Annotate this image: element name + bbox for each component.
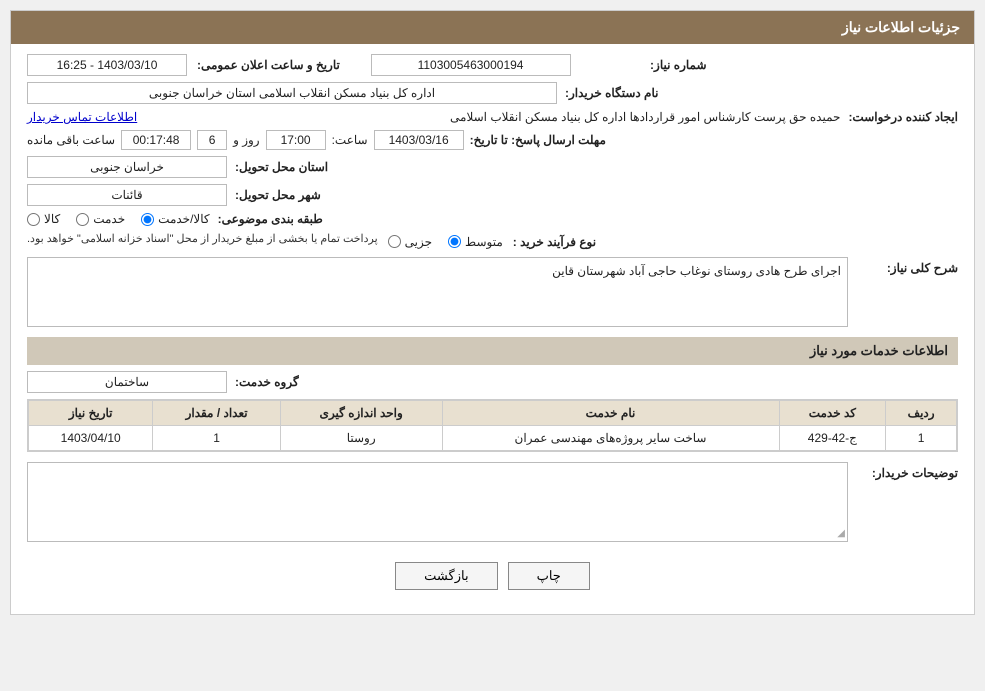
cell-service-name: ساخت سایر پروژه‌های مهندسی عمران [442,426,779,451]
creator-label: ایجاد کننده درخواست: [848,110,958,124]
city-label: شهر محل تحویل: [235,188,321,202]
cell-date: 1403/04/10 [29,426,153,451]
buyer-notes-row: توضیحات خریدار: ◢ [27,462,958,542]
purchase-type-medium: متوسط [448,235,503,249]
category-option-2-label: خدمت [93,212,125,226]
purchase-type-label: نوع فرآیند خرید : [513,235,596,249]
announce-label: تاریخ و ساعت اعلان عمومی: [197,58,344,72]
city-value: قائنات [27,184,227,206]
service-table-wrapper: ردیف کد خدمت نام خدمت واحد اندازه گیری ت… [27,399,958,452]
table-row: 1 ج-42-429 ساخت سایر پروژه‌های مهندسی عم… [29,426,957,451]
cell-unit: روستا [280,426,442,451]
category-option-1: کالا/خدمت [141,212,209,226]
buyer-notes-content: ◢ [27,462,848,542]
cell-service-code: ج-42-429 [779,426,886,451]
province-value: خراسان جنوبی [27,156,227,178]
panel-header: جزئیات اطلاعات نیاز [11,11,974,44]
category-option-3-label: کالا [44,212,60,226]
page-wrapper: جزئیات اطلاعات نیاز شماره نیاز: 11030054… [0,0,985,691]
purchase-radio-partial[interactable] [388,235,401,248]
buyer-org-row: نام دستگاه خریدار: اداره کل بنیاد مسکن ا… [27,82,958,104]
creator-row: ایجاد کننده درخواست: حمیده حق پرست کارشن… [27,110,958,124]
col-header-row-num: ردیف [886,401,957,426]
province-label: استان محل تحویل: [235,160,328,174]
buyer-notes-box: ◢ [27,462,848,542]
need-description-content: اجرای طرح هادی روستای نوغاب حاجی آباد شه… [27,257,848,327]
category-radio-kala[interactable] [27,213,40,226]
category-row: طبقه بندی موضوعی: کالا/خدمت خدمت کالا [27,212,958,226]
deadline-days: 6 [197,130,227,150]
buyer-org-value: اداره کل بنیاد مسکن انقلاب اسلامی استان … [27,82,557,104]
purchase-type-row: نوع فرآیند خرید : متوسط جزیی پرداخت تمام… [27,232,958,251]
service-group-row: گروه خدمت: ساختمان [27,371,958,393]
need-description-box: اجرای طرح هادی روستای نوغاب حاجی آباد شه… [27,257,848,327]
service-info-header: اطلاعات خدمات مورد نیاز [27,337,958,365]
purchase-radio-medium[interactable] [448,235,461,248]
buyer-org-label: نام دستگاه خریدار: [565,86,659,100]
deadline-time-label: ساعت: [332,133,368,147]
deadline-remaining-label: ساعت باقی مانده [27,133,115,147]
service-table: ردیف کد خدمت نام خدمت واحد اندازه گیری ت… [28,400,957,451]
category-option-1-label: کالا/خدمت [158,212,209,226]
need-description-value: اجرای طرح هادی روستای نوغاب حاجی آباد شه… [552,264,841,278]
col-header-service-code: کد خدمت [779,401,886,426]
need-description-row: شرح کلی نیاز: اجرای طرح هادی روستای نوغا… [27,257,958,327]
purchase-type-radio-group: متوسط جزیی [388,235,503,249]
print-button[interactable]: چاپ [508,562,590,590]
purchase-type-partial-label: جزیی [405,235,432,249]
announce-value: 1403/03/10 - 16:25 [27,54,187,76]
category-radio-group: کالا/خدمت خدمت کالا [27,212,210,226]
deadline-remaining: 00:17:48 [121,130,191,150]
col-header-unit: واحد اندازه گیری [280,401,442,426]
need-description-label: شرح کلی نیاز: [858,257,958,275]
col-header-service-name: نام خدمت [442,401,779,426]
category-label: طبقه بندی موضوعی: [218,212,323,226]
table-header-row: ردیف کد خدمت نام خدمت واحد اندازه گیری ت… [29,401,957,426]
service-group-label: گروه خدمت: [235,375,299,389]
col-header-quantity: تعداد / مقدار [153,401,280,426]
resize-indicator: ◢ [837,528,845,539]
purchase-note: پرداخت تمام یا بخشی از مبلغ خریدار از مح… [27,232,378,245]
deadline-time: 17:00 [266,130,326,150]
buyer-notes-label: توضیحات خریدار: [858,462,958,480]
main-panel: جزئیات اطلاعات نیاز شماره نیاز: 11030054… [10,10,975,615]
deadline-label: مهلت ارسال پاسخ: تا تاریخ: [470,133,606,147]
service-info-title: اطلاعات خدمات مورد نیاز [810,343,948,358]
panel-body: شماره نیاز: 1103005463000194 تاریخ و ساع… [11,44,974,614]
need-number-label: شماره نیاز: [581,58,711,72]
service-group-value: ساختمان [27,371,227,393]
purchase-type-partial: جزیی [388,235,432,249]
city-row: شهر محل تحویل: قائنات [27,184,958,206]
cell-quantity: 1 [153,426,280,451]
category-radio-kala-khedmat[interactable] [141,213,154,226]
top-info-row: شماره نیاز: 1103005463000194 تاریخ و ساع… [27,54,958,76]
province-row: استان محل تحویل: خراسان جنوبی [27,156,958,178]
deadline-date: 1403/03/16 [374,130,464,150]
col-header-date: تاریخ نیاز [29,401,153,426]
category-option-2: خدمت [76,212,125,226]
cell-row-num: 1 [886,426,957,451]
back-button[interactable]: بازگشت [395,562,497,590]
contact-link[interactable]: اطلاعات تماس خریدار [27,110,137,124]
button-row: چاپ بازگشت [27,552,958,604]
purchase-type-medium-label: متوسط [465,235,503,249]
deadline-days-label: روز و [233,133,260,147]
category-radio-khedmat[interactable] [76,213,89,226]
panel-title: جزئیات اطلاعات نیاز [842,19,960,35]
category-option-3: کالا [27,212,60,226]
creator-value: حمیده حق پرست کارشناس امور قراردادها ادا… [145,110,840,124]
need-number-value: 1103005463000194 [371,54,571,76]
deadline-row: مهلت ارسال پاسخ: تا تاریخ: 1403/03/16 سا… [27,130,958,150]
